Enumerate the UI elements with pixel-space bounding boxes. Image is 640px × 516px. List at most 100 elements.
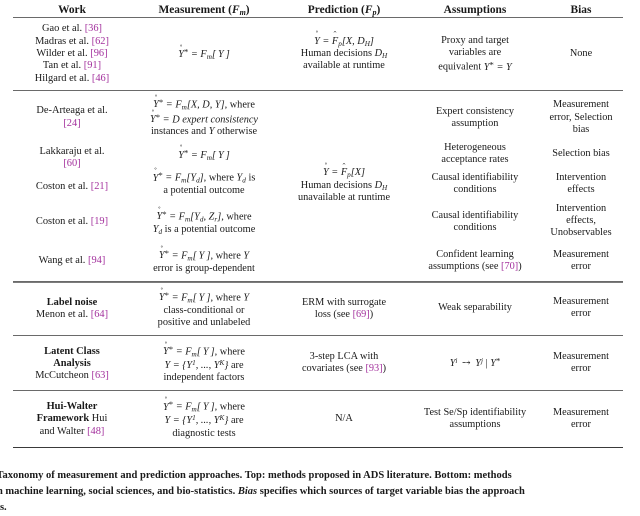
cell-work: Hui-Walter Framework Hui and Walter [48] (13, 390, 131, 448)
cell-bias: None (569, 48, 593, 60)
reference-link[interactable]: [21] (91, 181, 108, 192)
reference-link[interactable]: [48] (87, 426, 104, 437)
cell-measurement: Y̊* = Fm[Yd], where Yd is a potential ou… (131, 170, 277, 197)
measurement-formula: class-conditional or (163, 304, 245, 316)
reference-link[interactable]: [96] (90, 48, 107, 59)
cell-work-list: Gao et al. [36] Madras et al. [62] Wilde… (13, 18, 131, 90)
table-row: Gao et al. [36] Madras et al. [62] Wilde… (13, 18, 623, 90)
reference-link[interactable]: [46] (92, 73, 109, 84)
cell-work: Wang et al. [94] (13, 240, 131, 282)
table-bottom-rule (13, 446, 623, 448)
bias-line: Measurement (552, 406, 610, 418)
reference-link[interactable]: [19] (91, 216, 108, 227)
cell-bias: Measurement error, Selection bias (539, 89, 623, 139)
assumption-line: Heterogeneous (444, 142, 506, 154)
work-title: Hui-Walter (46, 401, 98, 413)
work-entry: Tan et al. [91] (42, 60, 102, 72)
assumption-line: variables are (448, 46, 502, 58)
reference-link[interactable]: [64] (91, 309, 108, 320)
measurement-formula: positive and unlabeled (157, 316, 251, 328)
reference-link[interactable]: [69] (353, 309, 370, 320)
cell-work: Label noise Menon et al. [64] (13, 280, 131, 336)
bias-line: Measurement (552, 248, 610, 260)
bias-line: Intervention (555, 203, 607, 215)
bias-line: error (570, 363, 591, 375)
bias-line: Measurement (552, 296, 610, 308)
column-header-assumptions: Assumptions (411, 4, 539, 19)
cell-work: Latent Class Analysis McCutcheon [63] (13, 334, 131, 391)
measurement-formula: independent factors (163, 372, 245, 384)
cell-measurement: Y̊* = Fm[Yd, Zr], where Yd is a potentia… (131, 197, 277, 239)
cell-work: Lakkaraju et al. [60] (13, 139, 131, 171)
prediction-note: available at runtime (303, 60, 385, 72)
cell-measurement: Y̊* = Fm[ Y ] (178, 146, 230, 162)
assumption-line: assumption (451, 117, 499, 129)
measurement-formula: Y = {Y1, ..., YK} are (164, 414, 244, 427)
reference-link[interactable]: [63] (91, 370, 108, 381)
assumption-line: Causal identifiability (431, 171, 519, 183)
cell-bias: Intervention effects (539, 170, 623, 197)
cell-assumptions: Expert consistency assumption (411, 89, 539, 139)
reference-link[interactable]: [36] (85, 23, 102, 34)
cell-measurement: Y̊* = Fm[ Y ], where Y = {Y1, ..., YK} a… (131, 334, 277, 391)
prediction-line: ERM with surrogate (301, 297, 387, 309)
work-author: Menon et al. [64] (35, 309, 109, 321)
work-name: Coston et al. (35, 216, 89, 228)
column-header-prediction: Prediction (Fp) (277, 4, 411, 19)
reference-link[interactable]: [62] (92, 36, 109, 47)
work-entry: Madras et al. [62] (35, 35, 109, 47)
bias-line: effects, (566, 215, 596, 227)
work-name: Lakkaraju et al. (39, 145, 105, 157)
cell-prediction-merged: Y̊ = F̂p[X] Human decisions DH unavailab… (277, 89, 411, 282)
work-title: Analysis (53, 357, 91, 369)
table-row: Latent Class Analysis McCutcheon [63] Y̊… (13, 334, 623, 391)
cell-measurement: Y̊* = Fm[X, D, Y], where Y̊* = D expert … (131, 89, 277, 139)
measurement-formula: Yd is a potential outcome (152, 223, 256, 236)
reference-link[interactable]: [60] (13, 158, 131, 170)
cell-measurement: Y̊* = Fm[ Y ], where Y = {Y1, ..., YK} a… (131, 390, 277, 448)
cell-bias: Measurement error (539, 390, 623, 448)
work-entry: Wilder et al. [96] (36, 47, 108, 59)
work-entry: Hilgard et al. [46] (34, 72, 110, 84)
assumption-line: equivalent Y* = Y (438, 58, 512, 73)
measurement-formula: error is group-dependent (153, 262, 255, 274)
measurement-formula: Y̊* = Fm[ Y ], where Y (158, 247, 250, 263)
cell-measurement: Y̊* = Fm[ Y ], where Y error is group-de… (131, 240, 277, 282)
prediction-formula: Y̊ = F̂p[X] (322, 167, 366, 180)
bias-line: effects (567, 183, 595, 195)
cell-measurement: Y̊* = Fm[ Y ] (178, 46, 230, 62)
caption-line: ied in machine learning, social sciences… (0, 485, 525, 497)
table-header-row: Work Measurement (Fm) Prediction (Fp) As… (13, 4, 623, 19)
bias-line: error (570, 418, 591, 430)
reference-link[interactable]: [70] (501, 261, 518, 272)
column-header-work: Work (13, 4, 131, 19)
cell-assumptions: Weak separability (411, 280, 539, 336)
reference-link[interactable]: [91] (84, 60, 101, 71)
cell-bias: Selection bias (552, 148, 610, 160)
measurement-formula: Y = {Y1, ..., YK} are (164, 358, 244, 371)
cell-assumptions: Yi ⤍ Yj | Y* (411, 334, 539, 391)
cell-assumptions: Heterogeneous acceptance rates (411, 139, 539, 171)
table-row: Hui-Walter Framework Hui and Walter [48]… (13, 390, 623, 448)
prediction-line: covariates (see [93]) (301, 363, 387, 375)
measurement-formula: Y̊* = Fm[Yd, Zr], where (156, 208, 252, 224)
cell-assumptions: Causal identifiability conditions (411, 197, 539, 239)
measurement-formula: Y̊* = Fm[ Y ], where (163, 399, 245, 414)
caption-line: e 1: Taxonomy of measurement and predict… (0, 470, 512, 481)
assumption-line: Causal identifiability (431, 210, 519, 222)
work-author: McCutcheon [63] (35, 370, 109, 382)
table-row: Label noise Menon et al. [64] Y̊* = Fm[ … (13, 280, 623, 336)
cell-bias: Measurement error (539, 240, 623, 282)
reference-link[interactable]: [93] (365, 363, 382, 374)
independence-formula: Yi ⤍ Yj | Y* (449, 355, 501, 370)
prediction-note: Human decisions DH (300, 48, 388, 60)
assumption-line: Confident learning (436, 248, 514, 260)
prediction-line: 3-step LCA with (309, 350, 379, 362)
prediction-note: unavailable at runtime (297, 191, 391, 203)
reference-link[interactable]: [94] (88, 255, 105, 266)
bias-line: bias (572, 123, 590, 135)
cell-bias: Measurement error (539, 280, 623, 336)
measurement-formula: a potential outcome (163, 185, 245, 197)
reference-link[interactable]: [24] (13, 118, 131, 130)
assumption-line: conditions (453, 222, 497, 234)
